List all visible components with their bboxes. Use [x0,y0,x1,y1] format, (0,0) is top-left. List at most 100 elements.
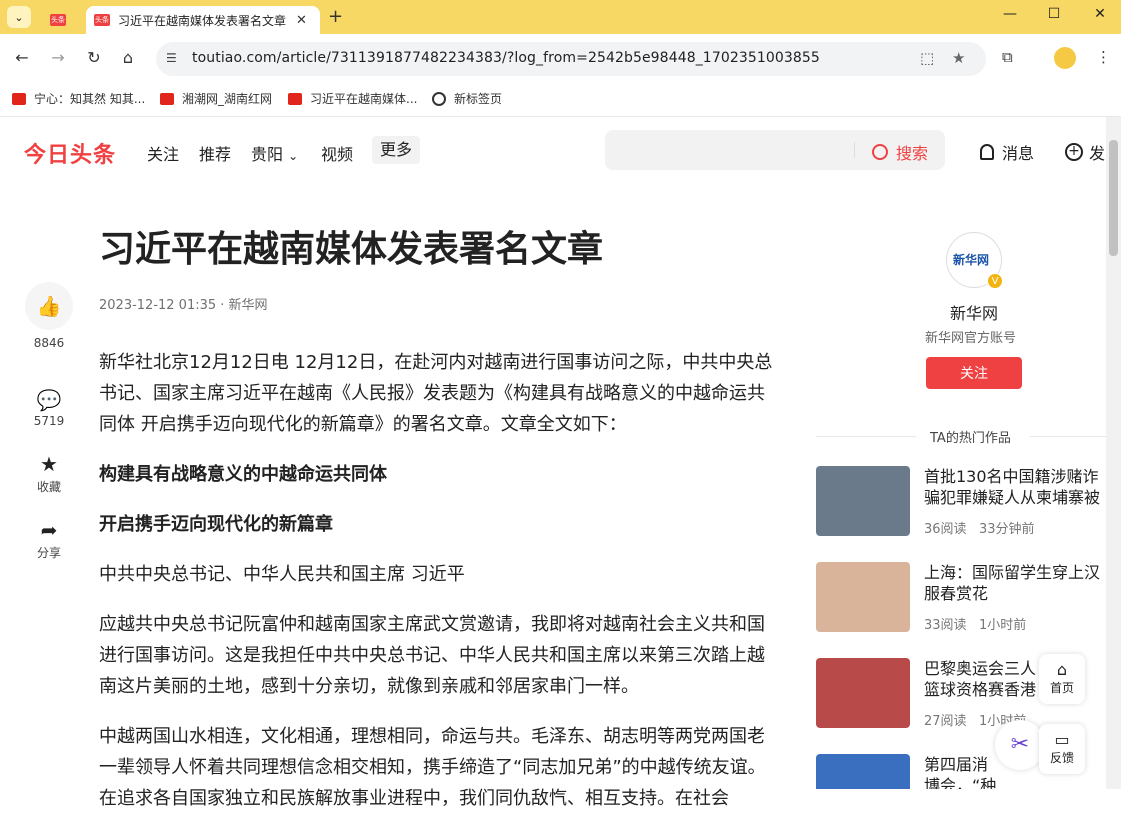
search-button[interactable]: 搜索 [872,140,928,164]
install-app-icon[interactable]: ⬚ [920,49,934,67]
toutiao-favicon-icon: 头条 [50,14,66,26]
feedback-float-label: 反馈 [1049,751,1074,765]
url-text: toutiao.com/article/7311391877482234383/… [192,50,820,66]
comment-button[interactable]: 💬 5719 [24,388,74,428]
tab-active[interactable]: 头条 习近平在越南媒体发表署名文章 ✕ [86,6,320,34]
feedback-float-button[interactable]: ▭ 反馈 [1039,724,1085,774]
article-paragraph: 应越共中央总书记阮富仲和越南国家主席武文赏邀请，我即将对越南社会主义共和国进行国… [99,614,765,697]
author-description: 新华网官方账号 [925,331,1017,346]
home-float-button[interactable]: ⌂ 首页 [1039,654,1085,704]
hot-item-title: 第四届消博会，“种草”时间到了！ [924,755,997,789]
nav-city[interactable]: 贵阳 ⌄ [251,141,298,165]
article-title: 习近平在越南媒体发表署名文章 [99,228,604,269]
home-icon[interactable]: ⌂ [118,48,138,67]
tab-inactive[interactable]: 头条 [40,6,84,34]
search-button-label: 搜索 [896,144,929,163]
messages-button[interactable]: 消息 [980,140,1034,164]
bookmark-item[interactable]: 新标签页 [432,90,502,107]
star-icon: ★ [40,452,58,476]
nav-more[interactable]: 更多 [372,136,420,164]
nav-recommend[interactable]: 推荐 [199,141,231,165]
bookmark-item[interactable]: 宁心：知其然 知其... [12,90,145,107]
menu-dots-icon[interactable]: ⋮ [1096,48,1111,66]
globe-icon [432,91,446,106]
like-count: 8846 [33,336,65,350]
close-tab-icon[interactable]: ✕ [296,13,307,28]
feedback-icon: ▭ [1054,730,1070,749]
hot-item-reads: 33阅读 [924,618,967,633]
article-subtitle: 构建具有战略意义的中越命运共同体 [99,464,387,485]
chevron-down-icon: ⌄ [288,149,299,163]
share-label: 分享 [36,546,61,560]
extensions-icon[interactable]: ⧉ [1002,48,1013,66]
bookmark-label: 宁心：知其然 知其... [34,92,146,106]
nav-follow[interactable]: 关注 [147,141,179,165]
hot-item-reads: 36阅读 [924,522,967,537]
minimize-icon[interactable]: — [1000,6,1020,22]
favorite-label: 收藏 [36,480,61,494]
article-author-line: 中共中央总书记、中华人民共和国主席 习近平 [99,564,465,585]
hot-item-title: 上海：国际留学生穿上汉服春赏花 [924,563,1101,603]
site-header: 今日头条 关注 推荐 贵阳 ⌄ 视频 更多 搜索 消息 + 发 [0,117,1106,181]
article-subtitle: 开启携手迈向现代化的新篇章 [99,514,333,535]
bookmark-item[interactable]: 习近平在越南媒体... [288,90,417,107]
hot-works-title: TA的热门作品 [930,431,1011,446]
hot-item-time: 33分钟前 [978,522,1035,537]
new-tab-icon[interactable]: + [328,6,343,27]
bookmark-label: 习近平在越南媒体... [310,92,418,106]
comment-count: 5719 [33,414,65,428]
bookmark-favicon-icon [288,92,302,105]
tab-title: 习近平在越南媒体发表署名文章 [118,13,286,28]
scrollbar-thumb[interactable] [1109,140,1118,256]
hot-item[interactable]: 首批130名中国籍涉赌诈骗犯罪嫌疑人从柬埔寨被押解回国 36阅读 33分钟前 [816,466,1106,537]
like-button[interactable]: 👍 8846 [24,282,74,350]
plus-circle-icon: + [1065,143,1083,161]
divider [1030,436,1106,437]
hot-item-meta: 36阅读 33分钟前 [924,518,1035,537]
search-divider [854,142,855,158]
toutiao-favicon-icon: 头条 [94,14,110,26]
article: 习近平在越南媒体发表署名文章 2023-12-12 01:35 · 新华网 新华… [99,224,779,814]
chevron-down-icon: ⌄ [14,10,24,24]
bookmark-star-icon[interactable]: ★ [952,49,965,67]
hot-item-thumbnail [816,754,910,789]
maximize-icon[interactable]: ☐ [1044,6,1064,22]
close-window-icon[interactable]: ✕ [1090,6,1110,22]
scissors-icon[interactable]: ✂ [995,720,1045,770]
hot-item-thumbnail [816,562,910,632]
home-float-label: 首页 [1049,681,1074,695]
follow-button[interactable]: 关注 [926,357,1022,389]
site-info-icon[interactable]: ☰ [166,51,177,65]
bookmarks-bar: 宁心：知其然 知其... 湘潮网_湖南红网 习近平在越南媒体... 新标签页 [0,84,1121,112]
article-paragraph: 中越两国山水相连，文化相通，理想相同，命运与共。毛泽东、胡志明等两党两国老一辈领… [99,726,766,809]
article-meta: 2023-12-12 01:35 · 新华网 [99,298,268,313]
publish-label: 发 [1089,144,1106,163]
home-icon: ⌂ [1056,660,1068,679]
favorite-button[interactable]: ★ 收藏 [24,452,74,495]
search-icon [872,144,888,160]
bookmark-favicon-icon [12,92,26,105]
hot-item-title: 巴黎奥运会三人篮球资格赛香港站打响 [924,659,1037,699]
nav-city-label: 贵阳 [251,145,284,164]
bell-icon [980,144,994,160]
address-bar[interactable]: ☰ toutiao.com/article/731139187748223438… [156,42,986,76]
share-button[interactable]: ➦ 分享 [24,518,74,561]
divider [816,436,916,437]
bookmark-label: 湘潮网_湖南红网 [182,92,273,106]
author-name[interactable]: 新华网 [950,300,998,324]
comment-icon: 💬 [36,388,62,412]
tab-strip: ⌄ 头条 头条 习近平在越南媒体发表署名文章 ✕ + — ☐ ✕ [0,0,1121,34]
toutiao-logo[interactable]: 今日头条 [24,137,116,169]
bookmark-item[interactable]: 湘潮网_湖南红网 [160,90,272,107]
publish-button[interactable]: + 发 [1065,140,1105,164]
share-icon: ➦ [40,518,58,542]
reload-icon[interactable]: ↻ [84,48,104,67]
back-icon[interactable]: ← [12,48,32,67]
author-avatar-text: 新华网 [953,253,990,267]
hot-item-meta: 33阅读 1小时前 [924,614,1026,633]
tab-search-button[interactable]: ⌄ [7,6,31,28]
profile-avatar[interactable] [1054,47,1076,69]
forward-icon[interactable]: → [48,48,68,67]
hot-item[interactable]: 上海：国际留学生穿上汉服春赏花 33阅读 1小时前 [816,562,1106,633]
nav-video[interactable]: 视频 [321,141,353,165]
